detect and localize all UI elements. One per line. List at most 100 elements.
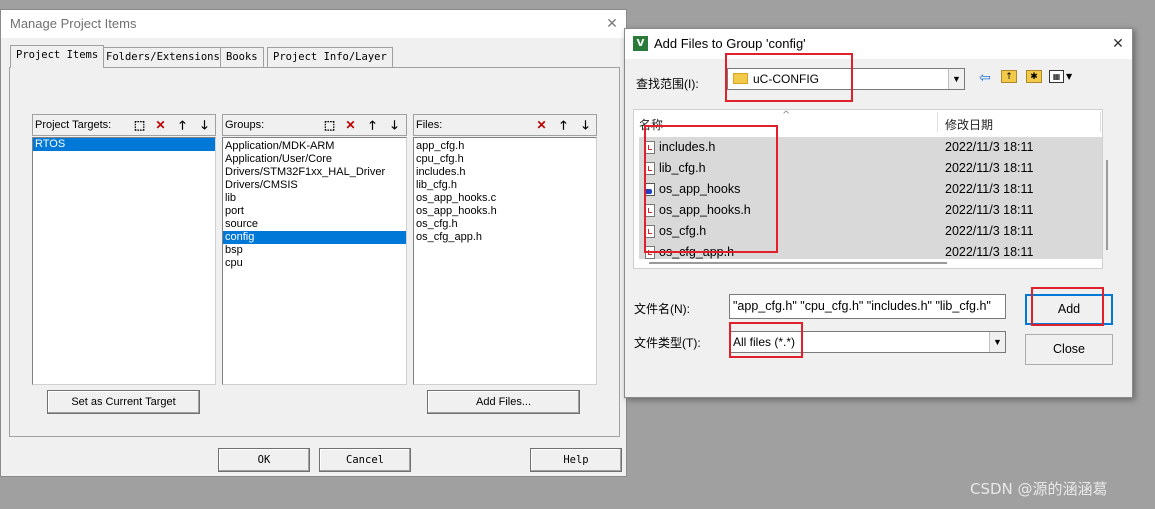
column-divider[interactable]: [937, 112, 938, 132]
file-row[interactable]: lib_cfg.h 2022/11/3 18:11: [639, 158, 1102, 179]
sort-up-icon: ^: [782, 110, 791, 121]
list-item[interactable]: port: [223, 205, 406, 218]
groups-list[interactable]: Application/MDK-ARM Application/User/Cor…: [222, 137, 407, 385]
chevron-down-icon[interactable]: ▼: [1066, 72, 1072, 81]
files-label: Files:: [416, 119, 443, 131]
tab-books[interactable]: Books: [220, 47, 264, 67]
back-icon[interactable]: ⇦: [979, 70, 991, 86]
list-item[interactable]: bsp: [223, 244, 406, 257]
dialog-title: Manage Project Items: [10, 16, 137, 31]
filename-label: 文件名(N):: [634, 302, 690, 316]
list-item[interactable]: cpu_cfg.h: [414, 153, 596, 166]
file-name: os_cfg.h: [659, 224, 707, 238]
app-icon: V: [633, 36, 648, 51]
move-up-icon[interactable]: 🡑: [173, 117, 192, 133]
list-item[interactable]: source: [223, 218, 406, 231]
column-header-date[interactable]: 修改日期: [945, 116, 993, 133]
list-item[interactable]: lib_cfg.h: [414, 179, 596, 192]
list-item[interactable]: os_app_hooks.c: [414, 192, 596, 205]
title-bar: V Add Files to Group 'config' ✕: [625, 29, 1132, 59]
help-button[interactable]: Help: [530, 448, 622, 472]
column-header-name[interactable]: 名称: [639, 116, 663, 133]
list-item[interactable]: Drivers/CMSIS: [223, 179, 406, 192]
file-name: os_app_hooks.h: [659, 203, 751, 217]
add-files-dialog: V Add Files to Group 'config' ✕ 查找范围(I):…: [624, 28, 1133, 398]
list-item[interactable]: os_cfg.h: [414, 218, 596, 231]
file-row[interactable]: os_cfg.h 2022/11/3 18:11: [639, 221, 1102, 242]
folder-icon: [733, 73, 748, 84]
file-name: os_app_hooks: [659, 182, 741, 196]
list-item[interactable]: app_cfg.h: [414, 140, 596, 153]
file-list[interactable]: 名称 ^ 修改日期 includes.h 2022/11/3 18:11 lib…: [633, 109, 1108, 269]
view-menu-icon[interactable]: ▦: [1049, 70, 1064, 83]
chevron-down-icon[interactable]: ▼: [948, 69, 964, 89]
tab-folders-extensions[interactable]: Folders/Extensions: [100, 47, 226, 67]
file-name: os_cfg_app.h: [659, 245, 735, 259]
header-file-icon: [645, 162, 655, 175]
list-item[interactable]: os_cfg_app.h: [414, 231, 596, 244]
filename-input[interactable]: "app_cfg.h" "cpu_cfg.h" "includes.h" "li…: [729, 294, 1006, 319]
list-item[interactable]: RTOS: [33, 138, 215, 151]
list-item[interactable]: cpu: [223, 257, 406, 270]
look-in-combo[interactable]: uC-CONFIG ▼: [727, 68, 965, 90]
close-icon[interactable]: ✕: [603, 15, 621, 33]
filetype-value: All files (*.*): [733, 335, 796, 349]
move-down-icon[interactable]: 🡓: [576, 117, 595, 133]
up-folder-icon[interactable]: ↑: [1001, 70, 1017, 83]
dialog-title: Add Files to Group 'config': [654, 36, 806, 51]
file-row[interactable]: os_app_hooks.h 2022/11/3 18:11: [639, 200, 1102, 221]
set-as-current-target-button[interactable]: Set as Current Target: [47, 390, 200, 414]
file-date: 2022/11/3 18:11: [945, 182, 1034, 196]
header-file-icon: [645, 204, 655, 217]
chevron-down-icon[interactable]: ▼: [989, 332, 1005, 352]
list-item[interactable]: Drivers/STM32F1xx_HAL_Driver: [223, 166, 406, 179]
header-file-icon: [645, 246, 655, 259]
targets-header: Project Targets: ⬚ ✕ 🡑 🡓: [32, 114, 216, 136]
horizontal-scrollbar[interactable]: [649, 262, 947, 264]
add-files-button[interactable]: Add Files...: [427, 390, 580, 414]
column-divider: [1100, 112, 1101, 132]
filetype-combo[interactable]: All files (*.*) ▼: [729, 331, 1006, 353]
delete-icon[interactable]: ✕: [532, 117, 551, 133]
new-folder-icon[interactable]: ✱: [1026, 70, 1042, 83]
header-file-icon: [645, 225, 655, 238]
move-up-icon[interactable]: 🡑: [363, 117, 382, 133]
list-item[interactable]: config: [223, 231, 406, 244]
file-date: 2022/11/3 18:11: [945, 245, 1034, 259]
move-up-icon[interactable]: 🡑: [554, 117, 573, 133]
file-row[interactable]: includes.h 2022/11/3 18:11: [639, 137, 1102, 158]
delete-icon[interactable]: ✕: [151, 117, 170, 133]
tab-project-info-layer[interactable]: Project Info/Layer: [267, 47, 393, 67]
list-item[interactable]: Application/MDK-ARM: [223, 140, 406, 153]
list-item[interactable]: Application/User/Core: [223, 153, 406, 166]
watermark: CSDN @源的涵涵葛: [970, 480, 1108, 498]
file-row[interactable]: os_app_hooks 2022/11/3 18:11: [639, 179, 1102, 200]
delete-icon[interactable]: ✕: [341, 117, 360, 133]
move-down-icon[interactable]: 🡓: [385, 117, 404, 133]
tab-pane: Project Targets: ⬚ ✕ 🡑 🡓 RTOS Groups: ⬚ …: [9, 67, 620, 437]
file-date: 2022/11/3 18:11: [945, 161, 1034, 175]
look-in-value: uC-CONFIG: [753, 72, 819, 86]
header-file-icon: [645, 141, 655, 154]
close-icon[interactable]: ✕: [1109, 35, 1127, 53]
list-item[interactable]: lib: [223, 192, 406, 205]
list-item[interactable]: includes.h: [414, 166, 596, 179]
file-name: lib_cfg.h: [659, 161, 706, 175]
move-down-icon[interactable]: 🡓: [195, 117, 214, 133]
groups-header: Groups: ⬚ ✕ 🡑 🡓: [222, 114, 407, 136]
cancel-button[interactable]: Cancel: [319, 448, 411, 472]
vertical-scrollbar[interactable]: [1106, 160, 1108, 250]
tab-project-items[interactable]: Project Items: [10, 45, 105, 68]
targets-list[interactable]: RTOS: [32, 137, 216, 385]
add-button[interactable]: Add: [1025, 294, 1113, 325]
ok-button[interactable]: OK: [218, 448, 310, 472]
files-list[interactable]: app_cfg.h cpu_cfg.h includes.h lib_cfg.h…: [413, 137, 597, 385]
title-bar: Manage Project Items ✕: [1, 10, 626, 38]
groups-label: Groups:: [225, 119, 265, 131]
list-item[interactable]: os_app_hooks.h: [414, 205, 596, 218]
close-button[interactable]: Close: [1025, 334, 1113, 365]
filetype-label: 文件类型(T):: [634, 336, 701, 350]
new-item-icon[interactable]: ⬚: [320, 117, 339, 133]
new-item-icon[interactable]: ⬚: [130, 117, 149, 133]
file-row[interactable]: os_cfg_app.h 2022/11/3 18:11: [639, 242, 1102, 259]
